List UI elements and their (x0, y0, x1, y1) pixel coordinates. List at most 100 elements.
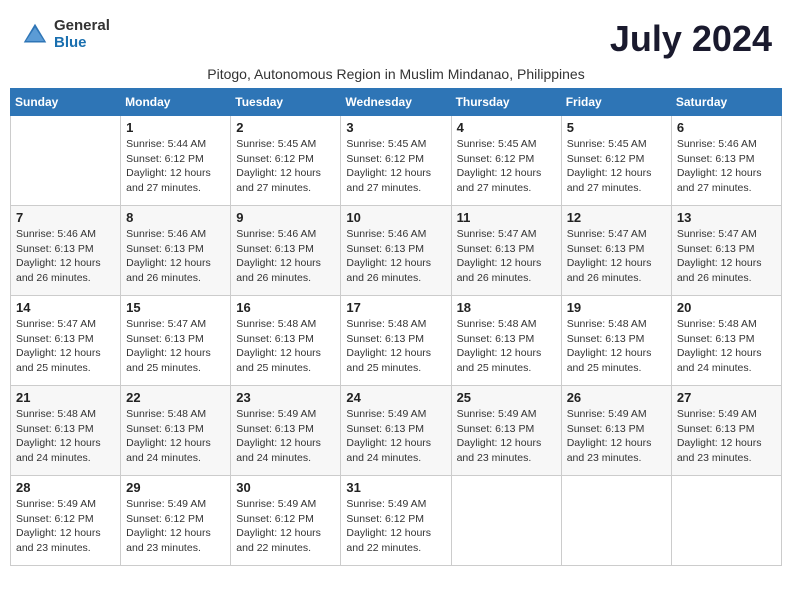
calendar-day-cell: 27 Sunrise: 5:49 AMSunset: 6:13 PMDayligh… (671, 386, 781, 476)
calendar-day-cell: 5 Sunrise: 5:45 AMSunset: 6:12 PMDaylight… (561, 116, 671, 206)
day-number: 31 (346, 480, 445, 495)
day-info: Sunrise: 5:49 AMSunset: 6:13 PMDaylight:… (236, 407, 335, 466)
calendar-day-cell: 30Sunrise: 5:49 AMSunset: 6:12 PMDayligh… (231, 476, 341, 566)
day-number: 28 (16, 480, 115, 495)
day-info: Sunrise: 5:45 AMSunset: 6:12 PMDaylight:… (346, 137, 445, 196)
day-info: Sunrise: 5:49 AMSunset: 6:12 PMDaylight:… (126, 497, 225, 556)
calendar-day-cell: 16Sunrise: 5:48 AMSunset: 6:13 PMDayligh… (231, 296, 341, 386)
day-number: 23 (236, 390, 335, 405)
day-info: Sunrise: 5:44 AMSunset: 6:12 PMDaylight:… (126, 137, 225, 196)
calendar-day-cell: 29 Sunrise: 5:49 AMSunset: 6:12 PMDayligh… (121, 476, 231, 566)
day-number: 16 (236, 300, 335, 315)
day-info: Sunrise: 5:46 AMSunset: 6:13 PMDaylight:… (16, 227, 115, 286)
calendar-week-row: 14Sunrise: 5:47 AMSunset: 6:13 PMDayligh… (11, 296, 782, 386)
calendar-week-row: 28 Sunrise: 5:49 AMSunset: 6:12 PMDayligh… (11, 476, 782, 566)
calendar-day-cell: 8 Sunrise: 5:46 AMSunset: 6:13 PMDaylight… (121, 206, 231, 296)
day-number: 3 (346, 120, 445, 135)
calendar-day-cell: 19 Sunrise: 5:48 AMSunset: 6:13 PMDayligh… (561, 296, 671, 386)
day-number: 11 (457, 210, 556, 225)
day-number: 2 (236, 120, 335, 135)
day-number: 20 (677, 300, 776, 315)
day-info: Sunrise: 5:45 AMSunset: 6:12 PMDaylight:… (567, 137, 666, 196)
logo: General Blue (20, 18, 110, 51)
page-header: General Blue July 2024 (10, 10, 782, 62)
day-number: 21 (16, 390, 115, 405)
logo-blue: Blue (54, 35, 110, 52)
day-info: Sunrise: 5:45 AMSunset: 6:12 PMDaylight:… (457, 137, 556, 196)
calendar-day-cell: 20 Sunrise: 5:48 AMSunset: 6:13 PMDayligh… (671, 296, 781, 386)
day-number: 19 (567, 300, 666, 315)
calendar-day-cell: 25Sunrise: 5:49 AMSunset: 6:13 PMDayligh… (451, 386, 561, 476)
day-number: 7 (16, 210, 115, 225)
calendar-day-cell: 24 Sunrise: 5:49 AMSunset: 6:13 PMDayligh… (341, 386, 451, 476)
calendar-day-cell: 15Sunrise: 5:47 AMSunset: 6:13 PMDayligh… (121, 296, 231, 386)
calendar-day-cell: 17Sunrise: 5:48 AMSunset: 6:13 PMDayligh… (341, 296, 451, 386)
day-number: 6 (677, 120, 776, 135)
calendar-header-row: SundayMondayTuesdayWednesdayThursdayFrid… (11, 89, 782, 116)
day-number: 26 (567, 390, 666, 405)
day-info: Sunrise: 5:47 AMSunset: 6:13 PMDaylight:… (677, 227, 776, 286)
day-info: Sunrise: 5:49 AMSunset: 6:13 PMDaylight:… (677, 407, 776, 466)
day-info: Sunrise: 5:49 AMSunset: 6:13 PMDaylight:… (567, 407, 666, 466)
calendar-subtitle: Pitogo, Autonomous Region in Muslim Mind… (10, 66, 782, 82)
day-info: Sunrise: 5:48 AMSunset: 6:13 PMDaylight:… (126, 407, 225, 466)
calendar-day-cell: 28 Sunrise: 5:49 AMSunset: 6:12 PMDayligh… (11, 476, 121, 566)
calendar-day-cell: 10 Sunrise: 5:46 AMSunset: 6:13 PMDayligh… (341, 206, 451, 296)
day-info: Sunrise: 5:48 AMSunset: 6:13 PMDaylight:… (16, 407, 115, 466)
logo-text: General Blue (54, 18, 110, 51)
day-info: Sunrise: 5:49 AMSunset: 6:12 PMDaylight:… (346, 497, 445, 556)
calendar-day-cell: 2 Sunrise: 5:45 AMSunset: 6:12 PMDaylight… (231, 116, 341, 206)
day-info: Sunrise: 5:49 AMSunset: 6:13 PMDaylight:… (346, 407, 445, 466)
day-number: 24 (346, 390, 445, 405)
logo-general: General (54, 18, 110, 35)
calendar-day-cell: 11 Sunrise: 5:47 AMSunset: 6:13 PMDayligh… (451, 206, 561, 296)
day-number: 27 (677, 390, 776, 405)
day-info: Sunrise: 5:48 AMSunset: 6:13 PMDaylight:… (346, 317, 445, 376)
calendar-day-cell: 12Sunrise: 5:47 AMSunset: 6:13 PMDayligh… (561, 206, 671, 296)
day-number: 4 (457, 120, 556, 135)
day-info: Sunrise: 5:46 AMSunset: 6:13 PMDaylight:… (126, 227, 225, 286)
calendar-day-cell (11, 116, 121, 206)
day-info: Sunrise: 5:49 AMSunset: 6:12 PMDaylight:… (16, 497, 115, 556)
calendar-week-row: 21 Sunrise: 5:48 AMSunset: 6:13 PMDayligh… (11, 386, 782, 476)
day-info: Sunrise: 5:47 AMSunset: 6:13 PMDaylight:… (457, 227, 556, 286)
day-number: 15 (126, 300, 225, 315)
calendar-week-row: 1 Sunrise: 5:44 AMSunset: 6:12 PMDaylight… (11, 116, 782, 206)
weekday-header: Wednesday (341, 89, 451, 116)
calendar-title: July 2024 (610, 18, 772, 60)
day-info: Sunrise: 5:49 AMSunset: 6:13 PMDaylight:… (457, 407, 556, 466)
day-info: Sunrise: 5:47 AMSunset: 6:13 PMDaylight:… (567, 227, 666, 286)
weekday-header: Monday (121, 89, 231, 116)
calendar-day-cell (561, 476, 671, 566)
day-info: Sunrise: 5:46 AMSunset: 6:13 PMDaylight:… (236, 227, 335, 286)
day-number: 1 (126, 120, 225, 135)
weekday-header: Friday (561, 89, 671, 116)
calendar-day-cell: 13Sunrise: 5:47 AMSunset: 6:13 PMDayligh… (671, 206, 781, 296)
weekday-header: Sunday (11, 89, 121, 116)
day-number: 8 (126, 210, 225, 225)
day-number: 14 (16, 300, 115, 315)
logo-icon (20, 20, 50, 50)
day-info: Sunrise: 5:45 AMSunset: 6:12 PMDaylight:… (236, 137, 335, 196)
calendar-table: SundayMondayTuesdayWednesdayThursdayFrid… (10, 88, 782, 566)
weekday-header: Thursday (451, 89, 561, 116)
weekday-header: Tuesday (231, 89, 341, 116)
calendar-day-cell: 7 Sunrise: 5:46 AMSunset: 6:13 PMDaylight… (11, 206, 121, 296)
calendar-day-cell: 31 Sunrise: 5:49 AMSunset: 6:12 PMDayligh… (341, 476, 451, 566)
day-info: Sunrise: 5:48 AMSunset: 6:13 PMDaylight:… (677, 317, 776, 376)
day-info: Sunrise: 5:46 AMSunset: 6:13 PMDaylight:… (346, 227, 445, 286)
day-number: 10 (346, 210, 445, 225)
calendar-day-cell: 18Sunrise: 5:48 AMSunset: 6:13 PMDayligh… (451, 296, 561, 386)
day-info: Sunrise: 5:46 AMSunset: 6:13 PMDaylight:… (677, 137, 776, 196)
weekday-header: Saturday (671, 89, 781, 116)
day-number: 22 (126, 390, 225, 405)
calendar-day-cell: 21 Sunrise: 5:48 AMSunset: 6:13 PMDayligh… (11, 386, 121, 476)
calendar-day-cell: 14Sunrise: 5:47 AMSunset: 6:13 PMDayligh… (11, 296, 121, 386)
day-info: Sunrise: 5:48 AMSunset: 6:13 PMDaylight:… (567, 317, 666, 376)
day-info: Sunrise: 5:48 AMSunset: 6:13 PMDaylight:… (457, 317, 556, 376)
calendar-day-cell: 4 Sunrise: 5:45 AMSunset: 6:12 PMDaylight… (451, 116, 561, 206)
calendar-day-cell: 23 Sunrise: 5:49 AMSunset: 6:13 PMDayligh… (231, 386, 341, 476)
day-number: 29 (126, 480, 225, 495)
calendar-day-cell: 3 Sunrise: 5:45 AMSunset: 6:12 PMDaylight… (341, 116, 451, 206)
day-number: 5 (567, 120, 666, 135)
